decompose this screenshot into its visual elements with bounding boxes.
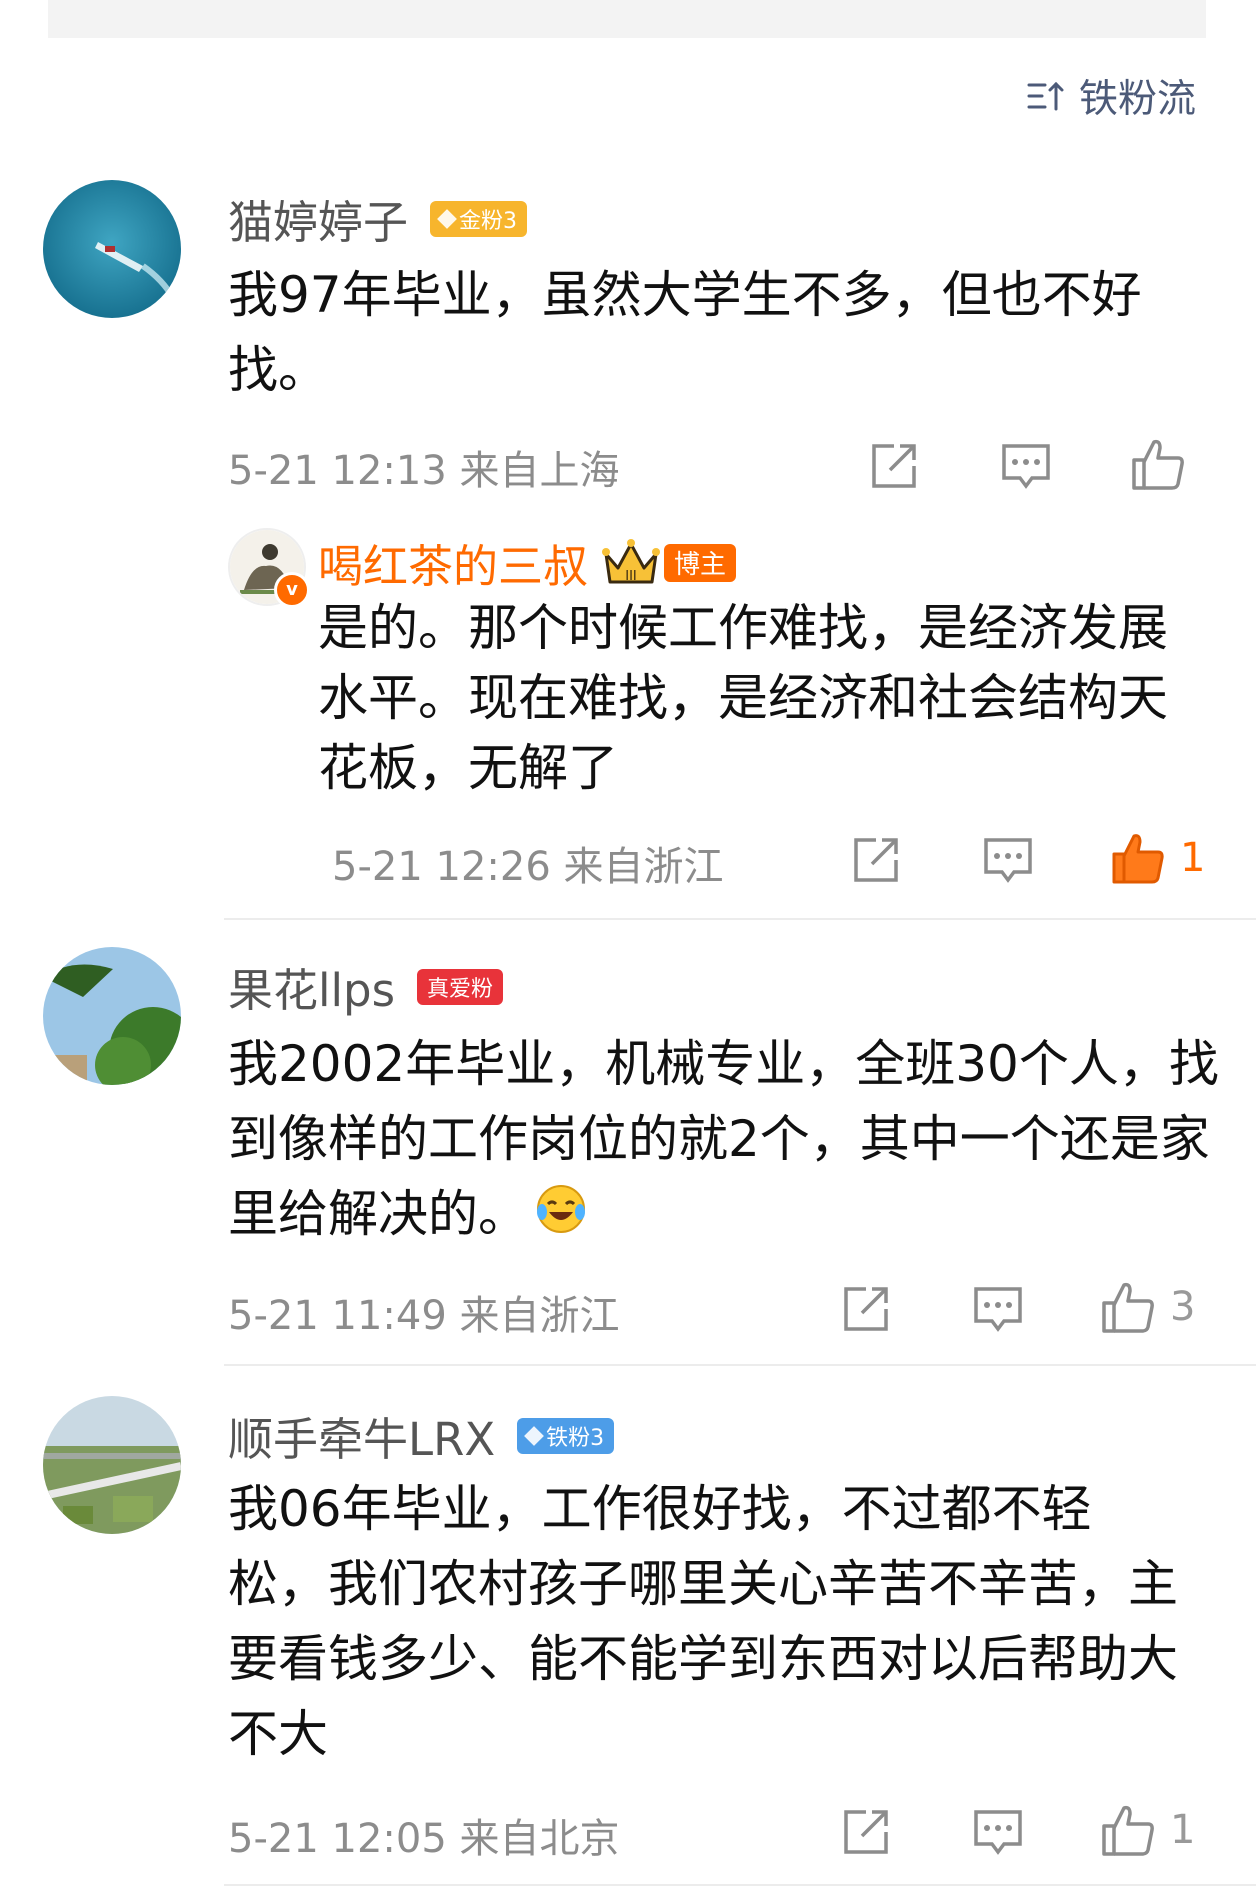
- comment-button[interactable]: [972, 1806, 1024, 1858]
- reply-text: 是的。那个时候工作难找，是经济发展水平。现在难找，是经济和社会结构天花板，无解了: [318, 599, 1168, 797]
- divider: [224, 1364, 1256, 1366]
- badge-gem-icon: [437, 208, 457, 229]
- verified-icon: v: [274, 572, 310, 608]
- sort-label: 铁粉流: [1078, 77, 1196, 122]
- share-icon: [868, 440, 920, 492]
- top-bar: [48, 0, 1206, 38]
- divider: [224, 918, 1256, 920]
- fan-badge[interactable]: 金粉3: [430, 200, 528, 237]
- avatar[interactable]: [43, 180, 181, 318]
- like-icon: [1100, 1802, 1156, 1858]
- divider: [224, 1884, 1256, 1886]
- share-button[interactable]: [868, 440, 920, 492]
- comment-button[interactable]: [1000, 440, 1052, 492]
- share-icon: [840, 1806, 892, 1858]
- comment-text: 我06年毕业，工作很好找，不过都不轻松，我们农村孩子哪里关心辛苦不辛苦，主要看钱…: [228, 1480, 1178, 1763]
- badge-gem-icon: [524, 1425, 545, 1446]
- username[interactable]: 顺手牵牛LRX: [228, 1403, 495, 1468]
- share-icon: [840, 1283, 892, 1335]
- comment-icon: [972, 1283, 1024, 1335]
- comment-text: 我2002年毕业，机械专业，全班30个人，找到像样的工作岗位的就2个，其中一个还…: [228, 1027, 1228, 1255]
- svg-text:III: III: [625, 569, 637, 584]
- reply-meta: 5-21 12:26 来自浙江: [332, 844, 724, 890]
- comment-meta: 5-21 11:49 来自浙江: [228, 1293, 620, 1339]
- share-icon: [850, 834, 902, 886]
- like-icon: [1100, 1279, 1156, 1335]
- comment-meta: 5-21 12:05 来自北京: [228, 1816, 620, 1862]
- avatar[interactable]: [43, 1396, 181, 1534]
- comment-username-row: 果花llps 真爱粉: [228, 954, 504, 1019]
- avatar[interactable]: [43, 947, 181, 1085]
- username[interactable]: 果花llps: [228, 954, 395, 1019]
- sort-toggle[interactable]: 铁粉流: [1027, 68, 1196, 124]
- crown-icon: III: [602, 538, 661, 588]
- like-icon: [1130, 436, 1186, 492]
- like-button[interactable]: [1130, 436, 1200, 492]
- like-icon-active: [1110, 830, 1166, 886]
- laugh-cry-emoji: [536, 1180, 586, 1255]
- fan-badge[interactable]: 真爱粉: [417, 968, 504, 1005]
- comment-icon: [972, 1806, 1024, 1858]
- like-count: 1: [1170, 1807, 1196, 1853]
- like-count: 3: [1170, 1284, 1196, 1330]
- sort-icon: [1027, 80, 1065, 112]
- share-button[interactable]: [840, 1283, 892, 1335]
- like-button[interactable]: 3: [1100, 1279, 1195, 1335]
- comment-meta: 5-21 12:13 来自上海: [228, 448, 620, 494]
- share-button[interactable]: [840, 1806, 892, 1858]
- username[interactable]: 猫婷婷子: [228, 186, 408, 251]
- comment-username-row: 顺手牵牛LRX 铁粉3: [228, 1403, 615, 1468]
- reply-comment-button[interactable]: [982, 834, 1034, 886]
- comment-icon: [982, 834, 1034, 886]
- comment-username-row: 猫婷婷子 金粉3: [228, 186, 528, 251]
- reply-username-row: 喝红茶的三叔 III 博主: [318, 530, 737, 595]
- reply-username[interactable]: 喝红茶的三叔: [318, 530, 588, 595]
- comment-button[interactable]: [972, 1283, 1024, 1335]
- comment-text: 我97年毕业，虽然大学生不多，但也不好找。: [228, 266, 1142, 399]
- reply-like-button[interactable]: 1: [1110, 830, 1205, 886]
- reply-like-count: 1: [1180, 835, 1206, 881]
- like-button[interactable]: 1: [1100, 1802, 1195, 1858]
- fan-badge[interactable]: 铁粉3: [517, 1417, 615, 1454]
- reply-share-button[interactable]: [850, 834, 902, 886]
- comment-icon: [1000, 440, 1052, 492]
- blogger-badge: 博主: [664, 543, 737, 582]
